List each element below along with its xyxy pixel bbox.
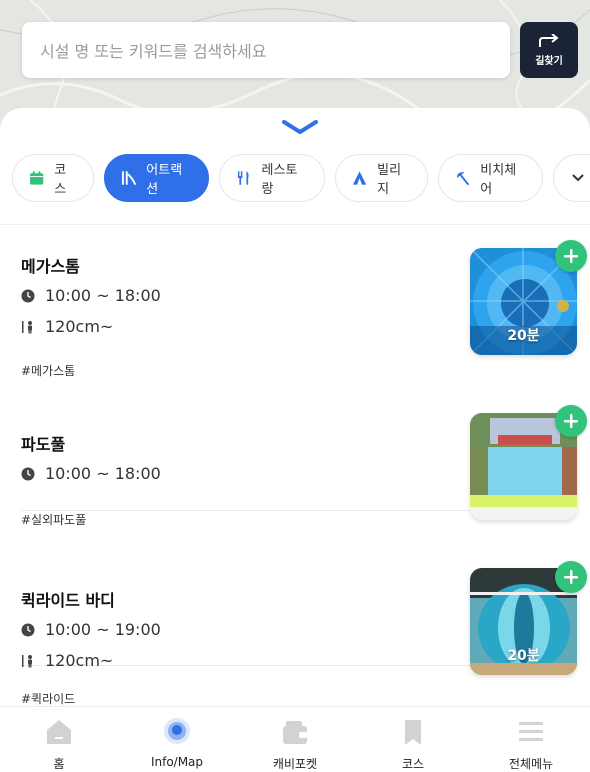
category-chip-label: 레스토랑 — [261, 163, 298, 197]
tab-course[interactable]: 코스 — [354, 707, 472, 772]
item-hours-text: 10:00 ~ 18:00 — [45, 286, 161, 305]
tab-label: 홈 — [53, 757, 65, 771]
calendar-icon — [29, 171, 44, 185]
plus-icon — [564, 414, 578, 428]
item-height: 120cm~ — [21, 317, 113, 336]
map-pin-icon — [164, 718, 190, 744]
item-hours-text: 10:00 ~ 18:00 — [45, 464, 161, 483]
add-button[interactable] — [555, 405, 587, 437]
item-height-text: 120cm~ — [45, 651, 114, 670]
tab-label: 코스 — [401, 757, 425, 771]
height-limit-icon — [22, 320, 32, 333]
tent-icon — [352, 171, 367, 185]
item-duration: 20분 — [507, 328, 540, 344]
bottom-tab-bar: 홈 Info/Map 캐비포켓 코스 전체메뉴 — [0, 706, 590, 772]
tab-label: 전체메뉴 — [508, 757, 554, 771]
item-hours: 10:00 ~ 18:00 — [21, 464, 161, 483]
route-button[interactable]: 길찾기 — [520, 22, 578, 78]
plus-icon — [564, 249, 578, 263]
search-row: 시설 명 또는 키워드를 검색하세요 길찾기 — [22, 22, 578, 80]
category-expand-button[interactable] — [553, 154, 590, 202]
category-chip-label: 비치체어 — [480, 163, 517, 197]
home-icon — [47, 720, 71, 744]
item-title: 파도풀 — [21, 435, 66, 454]
category-chip-label: 빌리지 — [377, 163, 402, 197]
route-button-label: 길찾기 — [535, 55, 563, 67]
tab-wallet[interactable]: 캐비포켓 — [236, 707, 354, 772]
search-placeholder: 시설 명 또는 키워드를 검색하세요 — [40, 42, 267, 61]
item-tag: #실외파도풀 — [21, 513, 87, 527]
item-hours-text: 10:00 ~ 19:00 — [45, 620, 161, 639]
tab-label: 캐비포켓 — [272, 757, 318, 771]
item-title: 메가스톰 — [21, 257, 80, 276]
plus-icon — [564, 570, 578, 584]
add-button[interactable] — [555, 561, 587, 593]
slide-icon — [121, 171, 137, 186]
tab-all-menu[interactable]: 전체메뉴 — [472, 707, 590, 772]
category-bar: 코스 어트랙션 레스토랑 빌리지 비치체어 — [0, 154, 590, 204]
category-chip-beach-chair[interactable]: 비치체어 — [438, 154, 543, 202]
collapse-chevron-icon[interactable] — [281, 118, 319, 136]
fork-knife-icon — [237, 171, 249, 185]
item-height-text: 120cm~ — [45, 317, 114, 336]
parasol-icon — [456, 172, 470, 186]
item-tag: #퀵라이드 — [21, 692, 76, 706]
category-chip-restaurant[interactable]: 레스토랑 — [219, 154, 325, 202]
tab-info-map[interactable]: Info/Map — [118, 707, 236, 772]
item-height: 120cm~ — [21, 651, 113, 670]
add-button[interactable] — [555, 240, 587, 272]
tab-home[interactable]: 홈 — [0, 707, 118, 772]
turn-right-arrow-icon — [539, 33, 559, 47]
tab-label: Info/Map — [150, 755, 204, 769]
divider — [0, 224, 590, 225]
clock-icon — [21, 467, 35, 480]
category-chip-village[interactable]: 빌리지 — [335, 154, 428, 202]
clock-icon — [21, 623, 35, 636]
clock-icon — [21, 289, 35, 302]
wallet-icon — [283, 721, 307, 744]
item-hours: 10:00 ~ 18:00 — [21, 286, 161, 305]
item-title: 퀵라이드 바디 — [21, 591, 115, 610]
category-chip-label: 코스 — [54, 163, 67, 197]
item-tag: #메가스톰 — [21, 364, 76, 378]
menu-icon — [519, 722, 543, 741]
search-input[interactable]: 시설 명 또는 키워드를 검색하세요 — [22, 22, 510, 78]
category-chip-course[interactable]: 코스 — [12, 154, 94, 202]
bottom-sheet: 코스 어트랙션 레스토랑 빌리지 비치체어 메가스톰 10:00 ~ 18:00… — [0, 108, 590, 706]
chevron-down-icon — [572, 174, 584, 182]
height-limit-icon — [22, 654, 32, 667]
category-chip-label: 어트랙션 — [146, 163, 183, 197]
item-hours: 10:00 ~ 19:00 — [21, 620, 161, 639]
category-chip-attraction[interactable]: 어트랙션 — [104, 154, 209, 202]
bookmark-icon — [405, 720, 421, 745]
item-duration: 20분 — [507, 648, 540, 664]
